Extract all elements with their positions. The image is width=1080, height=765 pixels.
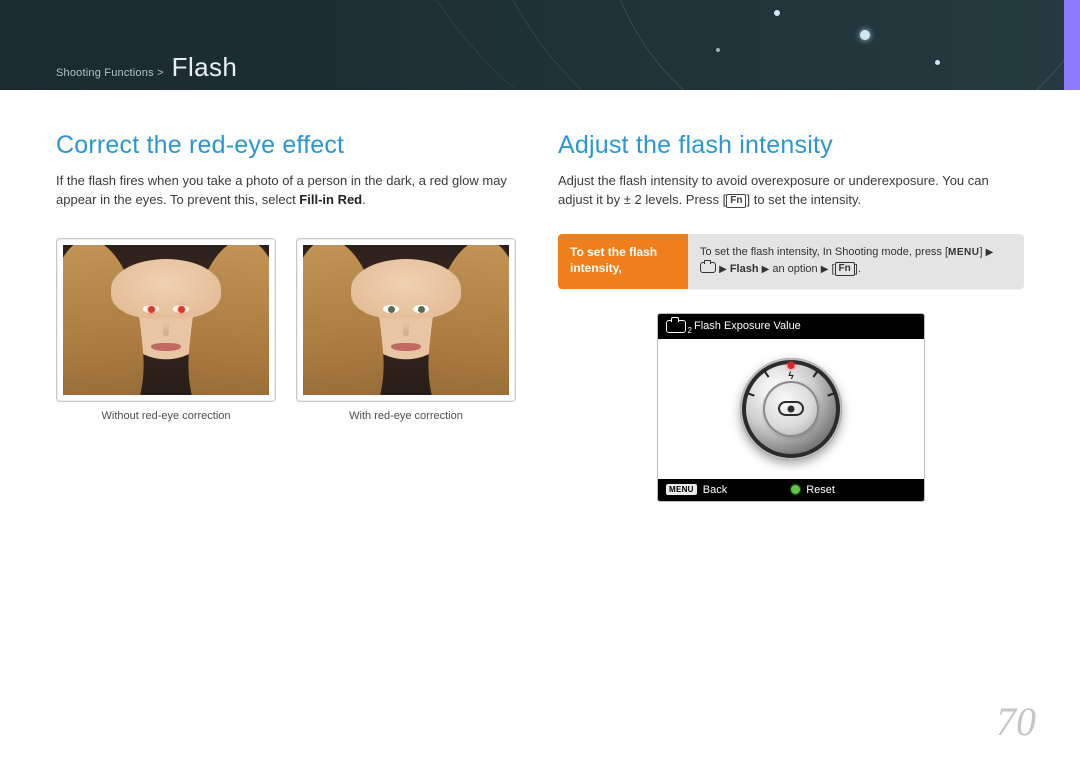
breadcrumb: Shooting Functions > Flash xyxy=(56,52,237,83)
image-caption: With red-eye correction xyxy=(296,410,516,422)
text: If the flash fires when you take a photo… xyxy=(56,173,507,207)
instruction-steps: To set the flash intensity, In Shooting … xyxy=(688,234,1024,289)
decor-dot xyxy=(935,60,940,65)
screen-footer: MENU Back Reset xyxy=(658,479,924,501)
red-eye-pupil xyxy=(178,306,185,313)
example-image-pair: Without red-eye correction xyxy=(56,238,522,422)
screen-body: ϟ xyxy=(658,339,924,479)
page-number: 70 xyxy=(996,698,1036,745)
menu-key-label: MENU xyxy=(948,245,979,261)
section-heading-redeye: Correct the red-eye effect xyxy=(56,131,522,160)
face-skin xyxy=(111,259,221,319)
screen-title: Flash Exposure Value xyxy=(694,320,801,332)
eye-icon xyxy=(778,401,804,416)
dial-tick xyxy=(813,371,819,378)
instruction-label: To set the flash intensity, xyxy=(558,234,688,289)
back-label: Back xyxy=(703,484,727,496)
decor-dot xyxy=(716,48,720,52)
intensity-paragraph: Adjust the flash intensity to avoid over… xyxy=(558,172,1024,210)
dial-tick xyxy=(747,392,754,396)
dial-tick xyxy=(764,371,770,378)
reset-label: Reset xyxy=(806,484,835,496)
text: ] xyxy=(980,246,983,258)
dial-center xyxy=(763,381,819,437)
content-area: Correct the red-eye effect If the flash … xyxy=(0,105,1080,502)
decor-arc xyxy=(360,0,1080,90)
fn-key-icon: Fn xyxy=(835,262,855,276)
right-column: Adjust the flash intensity Adjust the fl… xyxy=(558,119,1024,502)
normal-pupil xyxy=(418,306,425,313)
image-caption: Without red-eye correction xyxy=(56,410,276,422)
fill-in-red-bold: Fill-in Red xyxy=(299,192,362,207)
dial-tick xyxy=(827,392,834,396)
decor-dot xyxy=(774,10,780,16)
header-banner: Shooting Functions > Flash xyxy=(0,0,1080,90)
example-with-correction: With red-eye correction xyxy=(296,238,516,422)
redeye-paragraph: If the flash fires when you take a photo… xyxy=(56,172,522,210)
camera-screen: Flash Exposure Value ϟ xyxy=(657,313,925,502)
text: an option xyxy=(772,263,817,275)
green-dot-icon xyxy=(791,485,800,494)
red-eye-pupil xyxy=(148,306,155,313)
camera-screen-mock: Flash Exposure Value ϟ xyxy=(657,313,925,502)
flash-step-bold: Flash xyxy=(730,263,759,275)
portrait-image xyxy=(303,245,509,395)
nose xyxy=(163,320,169,336)
dial-indicator xyxy=(788,362,795,369)
manual-page: Shooting Functions > Flash Correct the r… xyxy=(0,0,1080,765)
accent-stripe xyxy=(1064,0,1080,90)
text: . xyxy=(362,192,366,207)
menu-chip-icon: MENU xyxy=(666,484,697,495)
camera2-icon xyxy=(666,320,686,333)
portrait-image xyxy=(63,245,269,395)
section-heading-intensity: Adjust the flash intensity xyxy=(558,131,1024,160)
exposure-dial: ϟ xyxy=(740,358,842,460)
image-frame xyxy=(296,238,516,402)
image-frame xyxy=(56,238,276,402)
example-without-correction: Without red-eye correction xyxy=(56,238,276,422)
mouth xyxy=(151,343,181,351)
arrow-right-icon: ▶ xyxy=(821,264,829,275)
arrow-right-icon: ▶ xyxy=(762,264,770,275)
camera2-icon xyxy=(700,262,716,273)
instruction-box: To set the flash intensity, To set the f… xyxy=(558,234,1024,289)
left-column: Correct the red-eye effect If the flash … xyxy=(56,119,522,502)
breadcrumb-current: Flash xyxy=(172,52,238,83)
arrow-right-icon: ▶ xyxy=(986,247,994,258)
arrow-right-icon: ▶ xyxy=(719,264,727,275)
fn-key-icon: Fn xyxy=(726,194,746,208)
nose xyxy=(403,320,409,336)
mouth xyxy=(391,343,421,351)
normal-pupil xyxy=(388,306,395,313)
face-skin xyxy=(351,259,461,319)
decor-dot xyxy=(860,30,870,40)
screen-header: Flash Exposure Value xyxy=(658,314,924,339)
text: To set the flash intensity, In Shooting … xyxy=(700,246,948,258)
breadcrumb-parent: Shooting Functions > xyxy=(56,67,164,79)
